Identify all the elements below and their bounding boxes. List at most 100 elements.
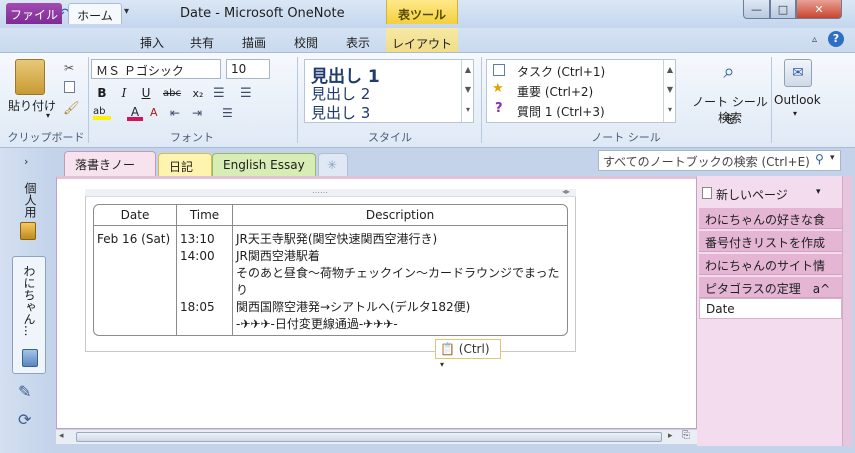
tag-question[interactable]: 質問 1 (Ctrl+3) [517, 103, 605, 120]
qat-customize-icon[interactable]: ▾ [124, 6, 140, 22]
page-item-selected[interactable]: Date [699, 298, 842, 319]
tab-section-diary[interactable]: 日記 [158, 153, 212, 176]
paste-dropdown-icon[interactable]: ▾ [46, 111, 50, 120]
description-line: り [236, 283, 249, 297]
tag-important[interactable]: 重要 (Ctrl+2) [517, 83, 593, 100]
description-line: -✈✈✈-日付変更線通過-✈✈✈- [236, 317, 398, 331]
page-list-scrollbar[interactable] [842, 176, 852, 446]
separator [481, 57, 482, 143]
find-tags-icon[interactable]: ⌕ [713, 59, 745, 89]
header-time[interactable]: Time [177, 205, 233, 226]
styles-scroll-icon[interactable]: ▲ ▼ ▾ [461, 60, 474, 122]
highlight-icon[interactable]: ab [93, 106, 111, 120]
description-line: JR天王寺駅発(関空快速関西空港行き) [236, 232, 438, 246]
font-size-combo[interactable]: 10 [226, 59, 270, 79]
styles-gallery[interactable]: 見出し 1 見出し 2 見出し 3 ▲ ▼ ▾ [304, 59, 474, 123]
strikethrough-button[interactable]: abc [160, 84, 184, 102]
scroll-right-icon[interactable]: ▸ [668, 431, 673, 441]
cut-icon[interactable]: ✂ [64, 61, 74, 75]
tab-share[interactable]: 共有 [180, 31, 224, 52]
checkbox-icon [493, 64, 505, 76]
time-line: 18:05 [180, 300, 215, 314]
paste-options-dropdown-icon: ▾ [440, 360, 445, 369]
horizontal-scrollbar[interactable]: ◂ ▸ ⎘ [56, 429, 697, 444]
copy-icon[interactable] [64, 81, 75, 93]
decrease-indent-icon[interactable]: ⇤ [170, 106, 180, 120]
tab-home[interactable]: ホーム [68, 3, 122, 24]
style-heading-3[interactable]: 見出し 3 [311, 102, 370, 123]
unfiled-notes-icon[interactable]: ✎ [18, 382, 31, 401]
font-group-label: フォント [170, 131, 214, 144]
increase-indent-icon[interactable]: ⇥ [192, 106, 202, 120]
new-page-button[interactable]: 新しいページ [716, 186, 788, 203]
itinerary-table[interactable]: Date Time Description Feb 16 (Sat) 13:10… [93, 204, 568, 336]
style-heading-2[interactable]: 見出し 2 [311, 83, 370, 104]
tags-gallery[interactable]: タスク (Ctrl+1) ★ 重要 (Ctrl+2) ? 質問 1 (Ctrl+… [486, 59, 676, 123]
bullets-icon[interactable]: ☰ [213, 86, 225, 101]
tab-layout[interactable]: レイアウト [386, 28, 458, 52]
numbering-icon[interactable]: ☰ [240, 86, 252, 101]
search-icon[interactable]: ⚲ [815, 152, 824, 166]
tags-scroll-icon[interactable]: ▲ ▼ ▾ [663, 60, 676, 122]
underline-button[interactable]: U [137, 84, 155, 102]
page-width-icon[interactable]: ⎘ [682, 430, 690, 441]
tab-view[interactable]: 表示 [336, 31, 380, 52]
maximize-button[interactable]: □ [770, 0, 796, 19]
outlook-tasks-icon[interactable]: ✉ [784, 59, 812, 87]
font-name-combo[interactable]: ＭＳ Ｐゴシック [91, 59, 221, 79]
date-value: Feb 16 (Sat) [97, 232, 171, 246]
help-icon[interactable]: ? [828, 31, 844, 47]
sync-status-icon[interactable]: ⟳ [18, 410, 31, 429]
clear-format-icon[interactable]: A [150, 106, 158, 119]
notebook-personal[interactable]: 個人用 [22, 182, 39, 218]
tab-review[interactable]: 校閲 [284, 31, 328, 52]
align-icon[interactable]: ☰ [222, 106, 233, 120]
search-scope-dropdown-icon[interactable]: ▾ [830, 153, 835, 163]
note-container-handle[interactable] [85, 189, 576, 197]
search-input[interactable]: すべてのノートブックの検索 (Ctrl+E) [598, 150, 841, 171]
page-item[interactable]: ピタゴラスの定理 a^ [699, 277, 842, 298]
page-item[interactable]: わにちゃんのサイト情 [699, 254, 842, 275]
new-section-icon[interactable]: ✳ [318, 153, 348, 176]
header-description[interactable]: Description [233, 205, 567, 226]
tab-section-english-essay[interactable]: English Essay [212, 153, 316, 176]
time-line: 13:10 [180, 232, 215, 246]
find-tags-label-2[interactable]: 検索 [692, 109, 768, 126]
paste-options-button[interactable]: 📋 (Ctrl) ▾ [435, 339, 501, 369]
description-line: JR関西空港駅着 [236, 249, 320, 263]
resize-handle-icon[interactable]: ◂▸ [562, 187, 570, 196]
tab-section-rakugaki[interactable]: 落書きノート [64, 151, 156, 189]
page-item[interactable]: 番号付きリストを作成 [699, 231, 842, 252]
styles-group-label: スタイル [368, 131, 412, 144]
italic-button[interactable]: I [115, 84, 133, 102]
ribbon: 貼り付け ▾ ✂ 🖌 クリップボード ＭＳ Ｐゴシック 10 B I U abc… [0, 52, 855, 148]
drag-handle-icon[interactable]: ⋯⋯ [312, 188, 328, 197]
cell-date[interactable]: Feb 16 (Sat) [94, 226, 177, 335]
page-item[interactable]: わにちゃんの好きな食 [699, 208, 842, 229]
tag-todo[interactable]: タスク (Ctrl+1) [517, 63, 605, 80]
close-button[interactable]: ✕ [796, 0, 842, 19]
time-line [180, 265, 229, 282]
subscript-button[interactable]: x₂ [188, 84, 208, 102]
new-page-dropdown-icon[interactable]: ▾ [816, 187, 821, 197]
format-painter-icon[interactable]: 🖌 [63, 101, 80, 116]
tab-draw[interactable]: 描画 [232, 31, 276, 52]
header-date[interactable]: Date [94, 205, 177, 226]
paste-icon[interactable] [15, 59, 45, 95]
minimize-button[interactable]: — [743, 0, 770, 19]
cell-time[interactable]: 13:10 14:00 18:05 [177, 226, 233, 335]
scroll-thumb[interactable] [76, 432, 662, 442]
outlook-button-label[interactable]: Outlook [774, 93, 821, 107]
outlook-dropdown-icon[interactable]: ▾ [793, 109, 797, 118]
time-line [180, 316, 229, 333]
notebook-wanichan[interactable]: わにちゃん... [12, 256, 46, 374]
time-line: 14:00 [180, 249, 215, 263]
expand-nav-icon[interactable]: › [24, 155, 28, 168]
ribbon-collapse-icon[interactable]: ▵ [812, 34, 817, 45]
tab-insert[interactable]: 挿入 [130, 31, 174, 52]
scroll-left-icon[interactable]: ◂ [59, 431, 64, 441]
font-color-icon[interactable]: A [127, 105, 143, 121]
bold-button[interactable]: B [93, 84, 111, 102]
tab-file[interactable]: ファイル [6, 3, 62, 24]
cell-description[interactable]: JR天王寺駅発(関空快速関西空港行き) JR関西空港駅着 そのあと昼食～荷物チェ… [233, 226, 567, 335]
